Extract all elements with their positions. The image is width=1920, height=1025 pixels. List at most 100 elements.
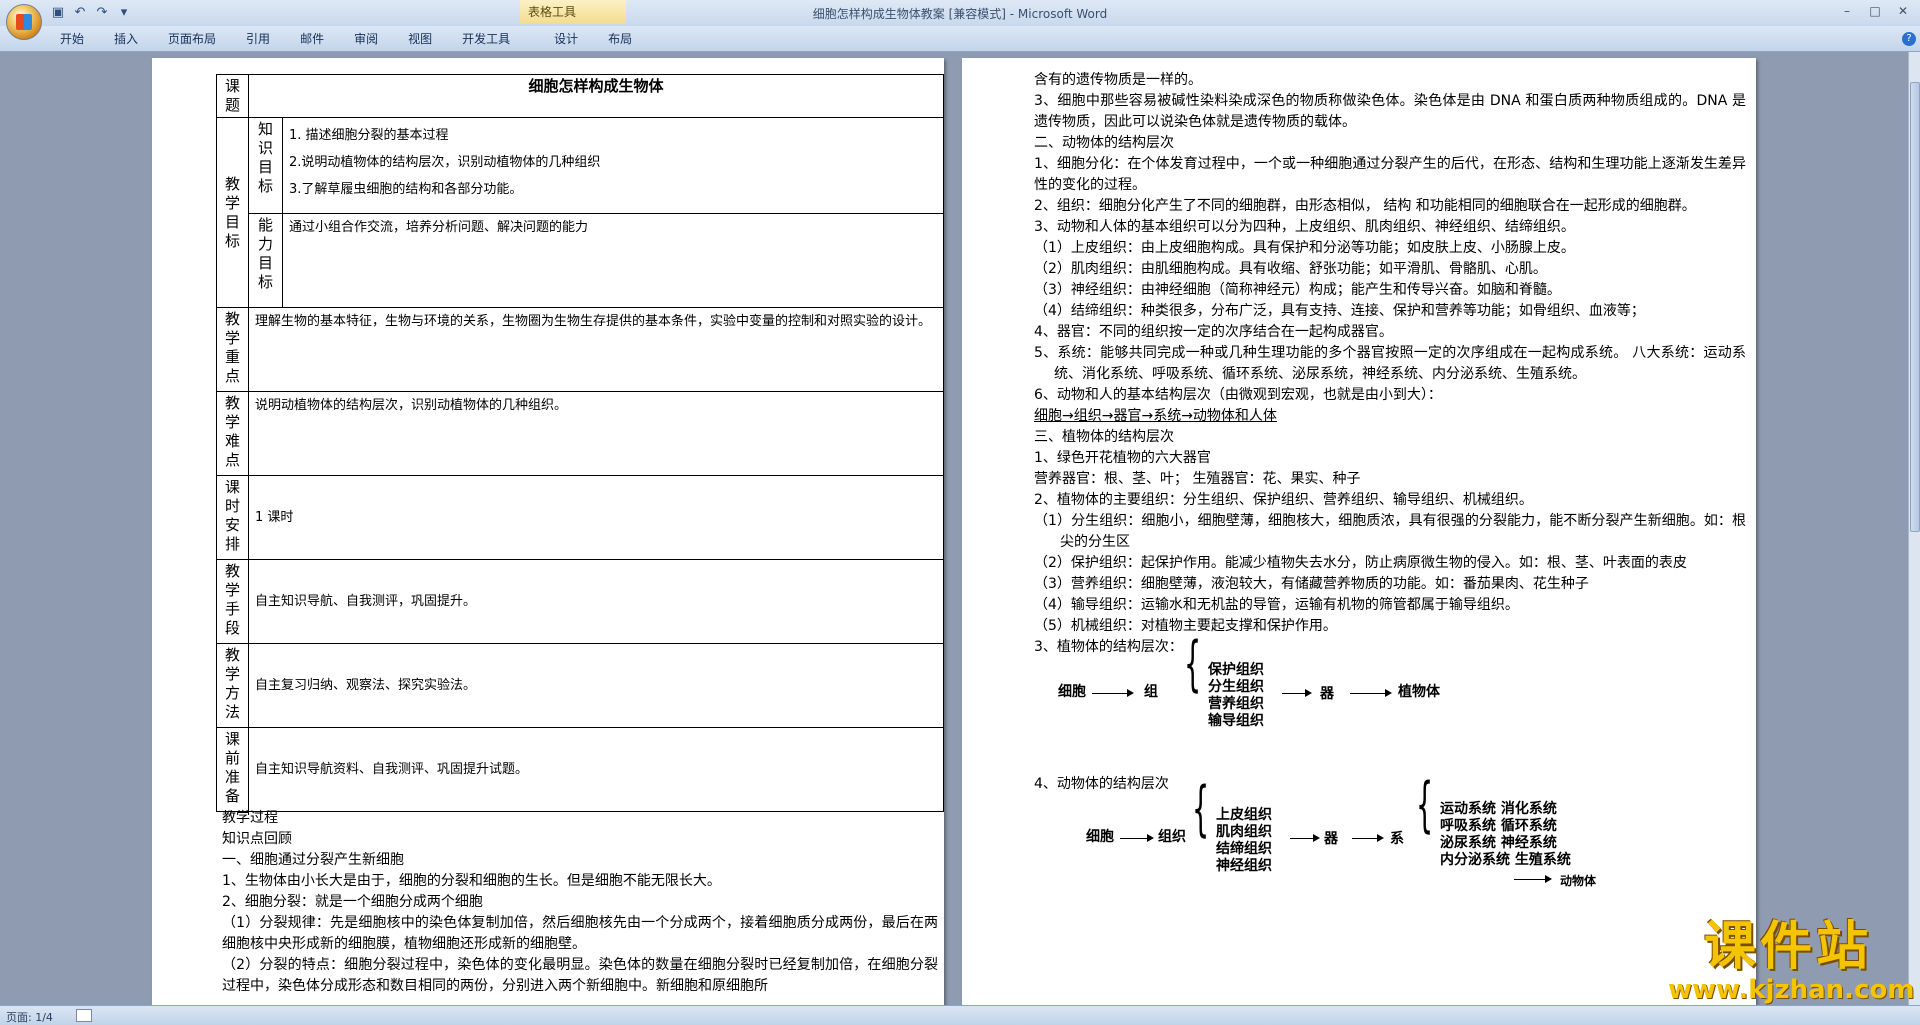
diagram-tissue-item: 神经组织 [1216,858,1272,874]
arrow-icon [1352,834,1384,842]
help-icon[interactable]: ? [1902,32,1916,46]
status-bar: 页面: 1/4 [0,1005,1920,1025]
schedule[interactable]: 1 课时 [248,475,944,560]
diagram-tissue-item: 分生组织 [1208,679,1264,695]
tab-mailings[interactable]: 邮件 [300,30,324,47]
close-icon[interactable]: ✕ [1890,2,1916,20]
kjzhan-watermark-logo: 课件站 www.kjzhan.com [1668,917,1915,1008]
animal-structure-diagram: 细胞 组织 { 上皮组织 肌肉组织 结缔组织 神经组织 器 系 { 运动系统 消… [1034,770,1746,909]
tab-page-layout[interactable]: 页面布局 [168,30,216,47]
paragraph: （2）保护组织：起保护作用。能减少植物失去水分，防止病原微生物的侵入。如：根、茎… [1034,555,1687,571]
diagram-cell: 细胞 [1086,829,1114,845]
ability-label: 能力目标 [248,213,283,308]
paragraph: 1、绿色开花植物的六大器官 [1034,450,1211,466]
vertical-scrollbar[interactable] [1908,52,1920,1005]
arrow-icon [1350,689,1392,697]
paragraph: 5、系统：能够共同完成一种或几种生理功能的多个器官按照一定的次序组成在一起构成系… [1034,345,1746,382]
prep-label: 课前准备 [216,727,249,812]
paragraph: 营养器官：根、茎、叶； 生殖器官：花、果实、种子 [1034,471,1361,487]
diagram-system-item: 呼吸系统 循环系统 [1440,818,1557,834]
paragraph: 一、细胞通过分裂产生新细胞 [222,852,404,868]
diagram-body: 动物体 [1560,874,1597,888]
teaching-method[interactable]: 自主复习归纳、观察法、探究实验法。 [248,643,944,728]
paragraph: （3）神经组织：由神经细胞（简称神经元）构成；能产生和传导兴奋。如脑和脊髓。 [1034,282,1561,298]
tab-insert[interactable]: 插入 [114,30,138,47]
paragraph: 3、细胞中那些容易被碱性染料染成深色的物质称做染色体。染色体是由 DNA 和蛋白… [1034,93,1746,130]
window-controls: – □ ✕ [1834,2,1916,20]
ribbon-tabs: 开始 插入 页面布局 引用 邮件 审阅 视图 开发工具 设计 布局 [60,30,662,47]
paragraph: （5）机械组织：对植物主要起支撑和保护作用。 [1034,618,1337,634]
paragraph: 含有的遗传物质是一样的。 [1034,72,1202,88]
tab-references[interactable]: 引用 [246,30,270,47]
arrow-icon [1120,834,1154,842]
document-page-1[interactable]: 课题 细胞怎样构成生物体 教学目标 知识目标 1. 描述细胞分裂的基本过程 2.… [152,58,944,1005]
arrow-icon [1092,689,1134,697]
paragraph: 1、生物体由小长大是由于，细胞的分裂和细胞的生长。但是细胞不能无限长大。 [222,873,721,889]
paragraph: （4）结缔组织：种类很多，分布广泛，具有支持、连接、保护和营养等功能；如骨组织、… [1034,303,1645,319]
paragraph: 4、器官：不同的组织按一定的次序结合在一起构成器官。 [1034,324,1393,340]
paragraph: 知识点回顾 [222,831,292,847]
tab-home[interactable]: 开始 [60,30,84,47]
paragraph: 3、植物体的结构层次： [1034,639,1183,655]
goals-label: 教学目标 [216,117,249,308]
diagram-body: 植物体 [1398,684,1440,700]
diagram-tissue-item: 结缔组织 [1216,841,1272,857]
knowledge-item: 3.了解草履虫细胞的结构和各部分功能。 [289,182,523,197]
diagram-system-item: 内分泌系统 生殖系统 [1440,852,1571,868]
watermark-url: www.kjzhan.com [1668,975,1915,1005]
proofing-icon[interactable] [76,1009,92,1022]
plant-structure-diagram: 细胞 组 { 保护组织 分生组织 营养组织 输导组织 器 植物体 [1034,634,1746,754]
paragraph: 6、动物和人的基本结构层次（由微观到宏观，也就是由小到大）： [1034,387,1442,403]
teaching-means[interactable]: 自主知识导航、自我测评，巩固提升。 [248,559,944,644]
office-button[interactable] [6,4,42,40]
paragraph: 2、组织：细胞分化产生了不同的细胞群，由形态相似， 结构 和功能相同的细胞联合在… [1034,198,1696,214]
tab-developer[interactable]: 开发工具 [462,30,510,47]
scrollbar-thumb[interactable] [1910,82,1920,532]
tab-view[interactable]: 视图 [408,30,432,47]
difficult-label: 教学难点 [216,391,249,476]
window-title: 细胞怎样构成生物体教案 [兼容模式] - Microsoft Word [812,7,1108,21]
tab-layout[interactable]: 布局 [608,30,632,47]
key-points[interactable]: 理解生物的基本特征，生物与环境的关系，生物圈为生物生存提供的基本条件，实验中变量… [248,307,944,392]
paragraph: （3）营养组织：细胞壁薄，液泡较大，有储藏营养物质的功能。如：番茄果肉、花生种子 [1034,576,1589,592]
minimize-icon[interactable]: – [1834,2,1860,20]
diagram-tissue: 组织 [1158,829,1186,845]
lesson-title[interactable]: 细胞怎样构成生物体 [248,74,944,118]
knowledge-item: 2.说明动植物体的结构层次，识别动植物体的几种组织 [289,155,601,170]
brace-icon: { [1184,629,1202,699]
brace-icon: { [1416,770,1434,840]
page-counter[interactable]: 页面: 1/4 [6,1009,53,1025]
difficult-points[interactable]: 说明动植物体的结构层次，识别动植物体的几种组织。 [248,391,944,476]
diagram-organ: 器 [1320,686,1334,702]
page2-body[interactable]: 含有的遗传物质是一样的。 3、细胞中那些容易被碱性染料染成深色的物质称做染色体。… [1034,70,1746,913]
heading: 三、植物体的结构层次 [1034,429,1174,445]
maximize-icon[interactable]: □ [1862,2,1888,20]
diagram-tissue: 组 [1144,684,1158,700]
paragraph: （2）分裂的特点：细胞分裂过程中，染色体的变化最明显。染色体的数量在细胞分裂时已… [222,957,938,994]
paragraph: 4、动物体的结构层次 [1034,776,1169,792]
arrow-icon [1514,875,1552,883]
paragraph: 2、细胞分裂：就是一个细胞分成两个细胞 [222,894,483,910]
paragraph: （1）分裂规律：先是细胞核中的染色体复制加倍，然后细胞核先由一个分成两个，接着细… [222,915,938,952]
paragraph: 1、细胞分化：在个体发育过程中，一个或一种细胞通过分裂产生的后代，在形态、结构和… [1034,156,1746,193]
document-page-2[interactable]: 含有的遗传物质是一样的。 3、细胞中那些容易被碱性染料染成深色的物质称做染色体。… [962,58,1756,1005]
brace-icon: { [1192,774,1210,844]
schedule-label: 课时安排 [216,475,249,560]
tab-review[interactable]: 审阅 [354,30,378,47]
diagram-system-item: 泌尿系统 神经系统 [1440,835,1557,851]
diagram-tissue-item: 营养组织 [1208,696,1264,712]
paragraph: 2、植物体的主要组织：分生组织、保护组织、营养组织、输导组织、机械组织。 [1034,492,1533,508]
diagram-system-item: 运动系统 消化系统 [1440,801,1557,817]
diagram-tissue-item: 保护组织 [1208,662,1264,678]
ability-goal[interactable]: 通过小组合作交流，培养分析问题、解决问题的能力 [282,213,944,308]
paragraph: （4）输导组织：运输水和无机盐的导管，运输有机物的筛管都属于输导组织。 [1034,597,1519,613]
diagram-tissue-item: 上皮组织 [1216,807,1272,823]
tab-design[interactable]: 设计 [554,30,578,47]
knowledge-goals[interactable]: 1. 描述细胞分裂的基本过程 2.说明动植物体的结构层次，识别动植物体的几种组织… [282,117,944,214]
diagram-organ: 器 [1324,831,1338,847]
watermark-cn: 课件站 [1703,917,1872,977]
teaching-process[interactable]: 教学过程 知识点回顾 一、细胞通过分裂产生新细胞 1、生物体由小长大是由于，细胞… [222,808,938,997]
preparation[interactable]: 自主知识导航资料、自我测评、巩固提升试题。 [248,727,944,812]
arrow-icon [1290,834,1320,842]
diagram-cell: 细胞 [1058,684,1086,700]
